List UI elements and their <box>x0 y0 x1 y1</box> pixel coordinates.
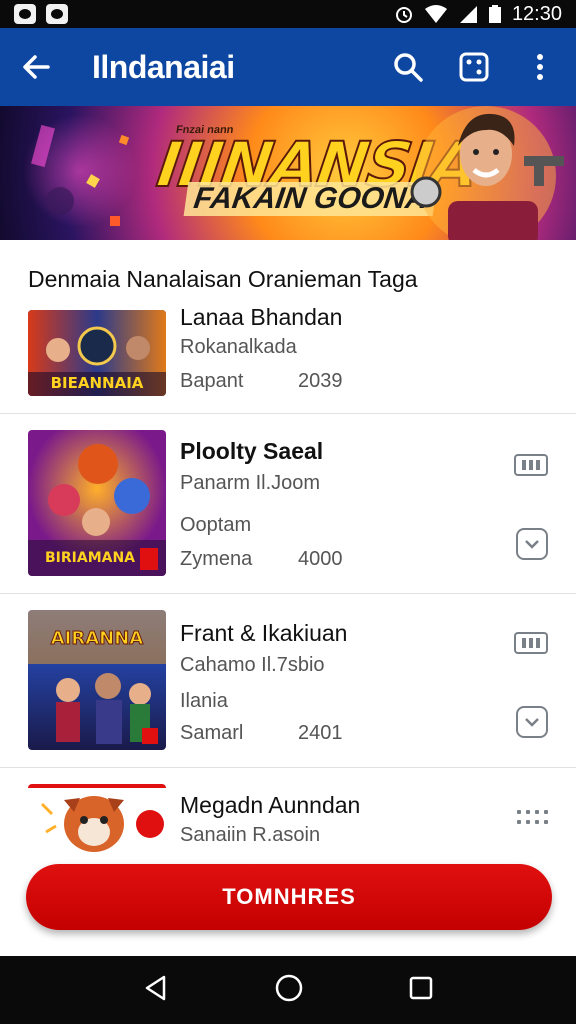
recents-nav-icon[interactable] <box>408 975 434 1006</box>
home-nav-icon[interactable] <box>274 973 304 1008</box>
game-title: Ploolty Saeal <box>180 438 324 464</box>
notification-icon <box>14 4 36 24</box>
search-icon[interactable] <box>390 49 426 85</box>
list-item[interactable]: Megadn Aunndan Sanaiin R.asoin <box>0 768 576 852</box>
app-title: Ilndanaiai <box>92 48 235 85</box>
game-detail: Ilania <box>180 690 228 712</box>
game-title: Megadn Aunndan <box>180 792 361 818</box>
signal-icon <box>459 6 477 23</box>
system-nav-bar <box>0 956 576 1024</box>
game-label: Bapant <box>180 370 244 392</box>
app-bar: Ilndanaiai <box>0 28 576 106</box>
dice-icon[interactable] <box>456 49 492 85</box>
alarm-icon <box>395 7 412 23</box>
game-thumbnail: AIRANNA <box>28 610 166 750</box>
game-subtitle: Panarm Il.Joom <box>180 472 321 494</box>
game-thumbnail <box>28 784 166 852</box>
back-nav-icon[interactable] <box>142 974 170 1007</box>
controller-icon[interactable] <box>514 454 548 476</box>
battery-icon <box>488 5 501 23</box>
status-time: 12:30 <box>511 2 562 25</box>
primary-action-button[interactable]: TOMNHRES <box>26 864 552 930</box>
thumb-text: AIRANNA <box>51 628 144 649</box>
banner-character-image <box>410 106 564 240</box>
game-label: Samarl <box>180 722 244 744</box>
game-subtitle: Rokanalkada <box>180 336 297 358</box>
back-arrow-icon[interactable] <box>18 49 54 85</box>
game-year: 4000 <box>298 548 343 570</box>
grid-dots-icon[interactable] <box>517 810 548 824</box>
list-item[interactable]: BIEANNAIA Lanaa Bhandan Rokanalkada Bapa… <box>0 300 576 414</box>
game-thumbnail: BIRIAMANA <box>28 430 166 576</box>
section-heading: Denmaia Nanalaisan Oranieman Taga <box>28 266 418 292</box>
game-title: Frant & Ikakiuan <box>180 620 348 646</box>
chevron-down-icon[interactable] <box>516 706 548 738</box>
controller-icon[interactable] <box>514 632 548 654</box>
game-year: 2401 <box>298 722 343 744</box>
featured-banner[interactable]: Fnzai nann IIINANSIA FAKAIN GOONA <box>0 106 576 240</box>
thumb-text: BIEANNAIA <box>51 374 144 392</box>
game-detail: Ooptam <box>180 514 252 536</box>
game-year: 2039 <box>298 370 343 392</box>
thumb-text: BIRIAMANA <box>45 550 135 566</box>
game-subtitle: Cahamo Il.7sbio <box>180 654 325 676</box>
game-thumbnail: BIEANNAIA <box>28 310 166 396</box>
chevron-down-icon[interactable] <box>516 528 548 560</box>
notification-icon <box>46 4 68 24</box>
list-item[interactable]: AIRANNA Frant & Ikakiuan Cahamo Il.7sbio… <box>0 594 576 768</box>
game-subtitle: Sanaiin R.asoin <box>180 824 321 846</box>
wifi-icon <box>424 5 447 23</box>
game-title: Lanaa Bhandan <box>180 304 343 330</box>
more-vert-icon[interactable] <box>522 49 558 85</box>
status-bar: 12:30 <box>0 0 576 28</box>
game-label: Zymena <box>180 548 253 570</box>
list-item[interactable]: BIRIAMANA Ploolty Saeal Panarm Il.Joom O… <box>0 414 576 594</box>
